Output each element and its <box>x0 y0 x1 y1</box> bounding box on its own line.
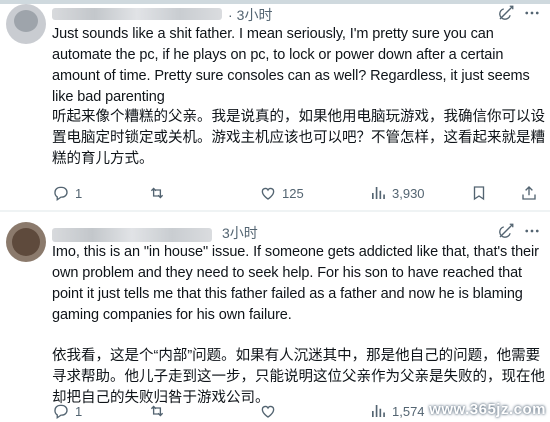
like-count: 125 <box>282 185 304 201</box>
timestamp-text: 3小时 <box>222 225 258 241</box>
tweet-text: Imo, this is an "in house" issue. If som… <box>52 244 539 323</box>
repost-icon <box>150 405 164 417</box>
views-button[interactable]: 1,574 <box>369 400 425 422</box>
repost-icon <box>150 187 164 199</box>
tweet-actions: 1 125 3,930 <box>52 182 542 204</box>
reply-icon <box>54 404 68 420</box>
repost-button[interactable] <box>148 400 171 422</box>
bookmark-icon <box>473 186 485 201</box>
timestamp[interactable]: 3小时 <box>222 223 258 243</box>
reply-icon <box>54 186 68 202</box>
views-icon <box>372 405 385 417</box>
tweet-text: Just sounds like a shit father. I mean s… <box>52 26 530 105</box>
timestamp-text: 3小时 <box>236 7 273 23</box>
views-count: 3,930 <box>392 185 425 201</box>
reply-count: 1 <box>75 403 83 419</box>
grok-icon[interactable] <box>497 4 515 22</box>
like-icon <box>261 405 275 418</box>
more-icon[interactable] <box>522 4 542 22</box>
tweet-translation: 听起来像个糟糕的父亲。我是说真的，如果他用电脑玩游戏，我确信你可以设置电脑定时锁… <box>52 109 545 167</box>
watermark: www.365jz.com <box>429 401 546 418</box>
reply-count: 1 <box>75 185 83 201</box>
timestamp[interactable]: · 3小时 <box>228 5 272 25</box>
reply-button[interactable]: 1 <box>52 400 82 422</box>
like-button[interactable] <box>259 400 282 422</box>
views-button[interactable]: 3,930 <box>369 182 425 204</box>
repost-button[interactable] <box>148 182 171 204</box>
tweet[interactable]: · 3小时 Just sounds like a shit father. I m… <box>0 4 550 211</box>
avatar[interactable] <box>6 222 46 262</box>
avatar[interactable] <box>6 4 46 44</box>
views-count: 1,574 <box>392 403 425 419</box>
blurred-username[interactable] <box>52 228 212 242</box>
grok-icon[interactable] <box>497 222 515 240</box>
share-button[interactable] <box>520 182 543 204</box>
blurred-username[interactable] <box>52 8 222 20</box>
like-button[interactable]: 125 <box>259 182 304 204</box>
tweet[interactable]: 3小时 Imo, this is an "in house" issue. If… <box>0 212 550 422</box>
reply-button[interactable]: 1 <box>52 182 82 204</box>
share-icon <box>522 186 536 200</box>
more-icon[interactable] <box>522 222 542 240</box>
views-icon <box>372 187 385 199</box>
bookmark-button[interactable] <box>470 182 493 204</box>
like-icon <box>261 187 275 200</box>
